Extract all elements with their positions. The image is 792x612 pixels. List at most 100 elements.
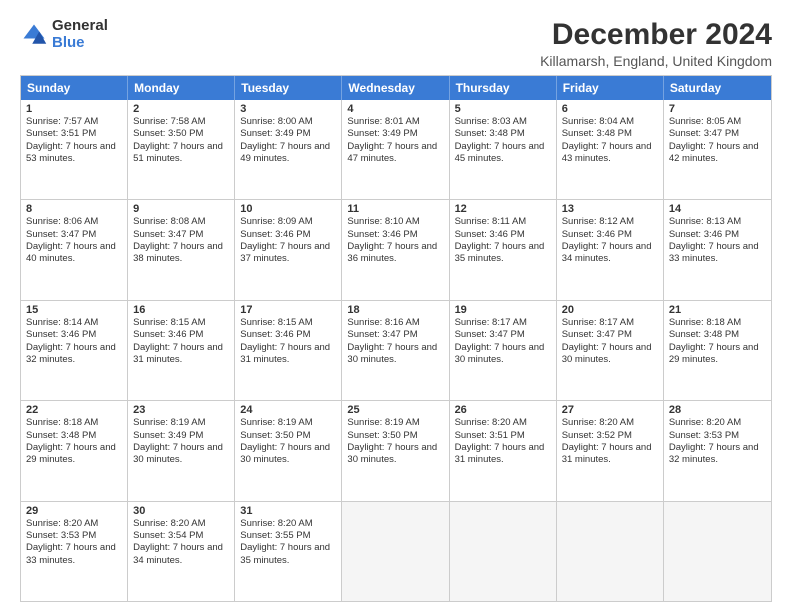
empty-cell (450, 502, 557, 601)
sunset-text: Sunset: 3:46 PM (240, 229, 336, 241)
day-number: 31 (240, 505, 336, 517)
day-cell-11: 11Sunrise: 8:10 AMSunset: 3:46 PMDayligh… (342, 200, 449, 299)
day-number: 24 (240, 404, 336, 416)
sunrise-text: Sunrise: 8:13 AM (669, 216, 766, 228)
sunrise-text: Sunrise: 8:15 AM (133, 317, 229, 329)
daylight-text: Daylight: 7 hours and 30 minutes. (347, 442, 443, 467)
daylight-text: Daylight: 7 hours and 37 minutes. (240, 241, 336, 266)
day-number: 30 (133, 505, 229, 517)
empty-cell (664, 502, 771, 601)
sunrise-text: Sunrise: 8:06 AM (26, 216, 122, 228)
day-cell-5: 5Sunrise: 8:03 AMSunset: 3:48 PMDaylight… (450, 100, 557, 199)
day-cell-19: 19Sunrise: 8:17 AMSunset: 3:47 PMDayligh… (450, 301, 557, 400)
sunrise-text: Sunrise: 8:20 AM (455, 417, 551, 429)
sunrise-text: Sunrise: 7:57 AM (26, 116, 122, 128)
sunrise-text: Sunrise: 8:01 AM (347, 116, 443, 128)
day-cell-15: 15Sunrise: 8:14 AMSunset: 3:46 PMDayligh… (21, 301, 128, 400)
day-cell-24: 24Sunrise: 8:19 AMSunset: 3:50 PMDayligh… (235, 401, 342, 500)
day-cell-14: 14Sunrise: 8:13 AMSunset: 3:46 PMDayligh… (664, 200, 771, 299)
empty-cell (342, 502, 449, 601)
sunrise-text: Sunrise: 8:04 AM (562, 116, 658, 128)
day-number: 29 (26, 505, 122, 517)
sunset-text: Sunset: 3:54 PM (133, 530, 229, 542)
sunrise-text: Sunrise: 7:58 AM (133, 116, 229, 128)
day-cell-6: 6Sunrise: 8:04 AMSunset: 3:48 PMDaylight… (557, 100, 664, 199)
sunrise-text: Sunrise: 8:03 AM (455, 116, 551, 128)
day-number: 27 (562, 404, 658, 416)
day-number: 26 (455, 404, 551, 416)
day-cell-3: 3Sunrise: 8:00 AMSunset: 3:49 PMDaylight… (235, 100, 342, 199)
daylight-text: Daylight: 7 hours and 51 minutes. (133, 141, 229, 166)
sunrise-text: Sunrise: 8:10 AM (347, 216, 443, 228)
empty-cell (557, 502, 664, 601)
daylight-text: Daylight: 7 hours and 34 minutes. (133, 542, 229, 567)
sunset-text: Sunset: 3:47 PM (455, 329, 551, 341)
daylight-text: Daylight: 7 hours and 33 minutes. (26, 542, 122, 567)
sunset-text: Sunset: 3:46 PM (240, 329, 336, 341)
sunset-text: Sunset: 3:53 PM (669, 430, 766, 442)
sunset-text: Sunset: 3:47 PM (133, 229, 229, 241)
sunset-text: Sunset: 3:46 PM (562, 229, 658, 241)
daylight-text: Daylight: 7 hours and 32 minutes. (26, 342, 122, 367)
day-cell-28: 28Sunrise: 8:20 AMSunset: 3:53 PMDayligh… (664, 401, 771, 500)
daylight-text: Daylight: 7 hours and 30 minutes. (347, 342, 443, 367)
sunset-text: Sunset: 3:47 PM (26, 229, 122, 241)
calendar-header: SundayMondayTuesdayWednesdayThursdayFrid… (21, 76, 771, 100)
sunrise-text: Sunrise: 8:20 AM (26, 518, 122, 530)
day-number: 2 (133, 103, 229, 115)
sunrise-text: Sunrise: 8:08 AM (133, 216, 229, 228)
day-cell-25: 25Sunrise: 8:19 AMSunset: 3:50 PMDayligh… (342, 401, 449, 500)
day-cell-23: 23Sunrise: 8:19 AMSunset: 3:49 PMDayligh… (128, 401, 235, 500)
day-cell-18: 18Sunrise: 8:16 AMSunset: 3:47 PMDayligh… (342, 301, 449, 400)
sunrise-text: Sunrise: 8:16 AM (347, 317, 443, 329)
sunrise-text: Sunrise: 8:18 AM (26, 417, 122, 429)
calendar-row-4: 22Sunrise: 8:18 AMSunset: 3:48 PMDayligh… (21, 400, 771, 500)
day-number: 10 (240, 203, 336, 215)
daylight-text: Daylight: 7 hours and 30 minutes. (133, 442, 229, 467)
sunset-text: Sunset: 3:55 PM (240, 530, 336, 542)
calendar-row-1: 1Sunrise: 7:57 AMSunset: 3:51 PMDaylight… (21, 100, 771, 199)
sunset-text: Sunset: 3:52 PM (562, 430, 658, 442)
day-cell-31: 31Sunrise: 8:20 AMSunset: 3:55 PMDayligh… (235, 502, 342, 601)
day-number: 7 (669, 103, 766, 115)
sunrise-text: Sunrise: 8:19 AM (133, 417, 229, 429)
sunset-text: Sunset: 3:47 PM (562, 329, 658, 341)
sunset-text: Sunset: 3:46 PM (26, 329, 122, 341)
calendar-row-3: 15Sunrise: 8:14 AMSunset: 3:46 PMDayligh… (21, 300, 771, 400)
day-cell-7: 7Sunrise: 8:05 AMSunset: 3:47 PMDaylight… (664, 100, 771, 199)
sunset-text: Sunset: 3:53 PM (26, 530, 122, 542)
sunset-text: Sunset: 3:48 PM (562, 128, 658, 140)
sunset-text: Sunset: 3:46 PM (455, 229, 551, 241)
daylight-text: Daylight: 7 hours and 47 minutes. (347, 141, 443, 166)
daylight-text: Daylight: 7 hours and 53 minutes. (26, 141, 122, 166)
sunrise-text: Sunrise: 8:20 AM (669, 417, 766, 429)
day-number: 23 (133, 404, 229, 416)
calendar: SundayMondayTuesdayWednesdayThursdayFrid… (20, 75, 772, 602)
daylight-text: Daylight: 7 hours and 31 minutes. (133, 342, 229, 367)
header: General Blue December 2024 Killamarsh, E… (20, 18, 772, 69)
sunset-text: Sunset: 3:50 PM (347, 430, 443, 442)
daylight-text: Daylight: 7 hours and 36 minutes. (347, 241, 443, 266)
sunrise-text: Sunrise: 8:00 AM (240, 116, 336, 128)
day-number: 25 (347, 404, 443, 416)
header-day-wednesday: Wednesday (342, 76, 449, 100)
sunset-text: Sunset: 3:49 PM (133, 430, 229, 442)
day-cell-21: 21Sunrise: 8:18 AMSunset: 3:48 PMDayligh… (664, 301, 771, 400)
sunrise-text: Sunrise: 8:12 AM (562, 216, 658, 228)
day-number: 20 (562, 304, 658, 316)
header-day-monday: Monday (128, 76, 235, 100)
sunrise-text: Sunrise: 8:20 AM (562, 417, 658, 429)
page: General Blue December 2024 Killamarsh, E… (0, 0, 792, 612)
day-number: 17 (240, 304, 336, 316)
subtitle: Killamarsh, England, United Kingdom (540, 53, 772, 69)
day-number: 15 (26, 304, 122, 316)
title-section: December 2024 Killamarsh, England, Unite… (540, 18, 772, 69)
daylight-text: Daylight: 7 hours and 32 minutes. (669, 442, 766, 467)
main-title: December 2024 (540, 18, 772, 52)
sunset-text: Sunset: 3:48 PM (26, 430, 122, 442)
daylight-text: Daylight: 7 hours and 29 minutes. (669, 342, 766, 367)
daylight-text: Daylight: 7 hours and 30 minutes. (455, 342, 551, 367)
daylight-text: Daylight: 7 hours and 40 minutes. (26, 241, 122, 266)
logo-text: General Blue (52, 18, 108, 51)
sunrise-text: Sunrise: 8:18 AM (669, 317, 766, 329)
